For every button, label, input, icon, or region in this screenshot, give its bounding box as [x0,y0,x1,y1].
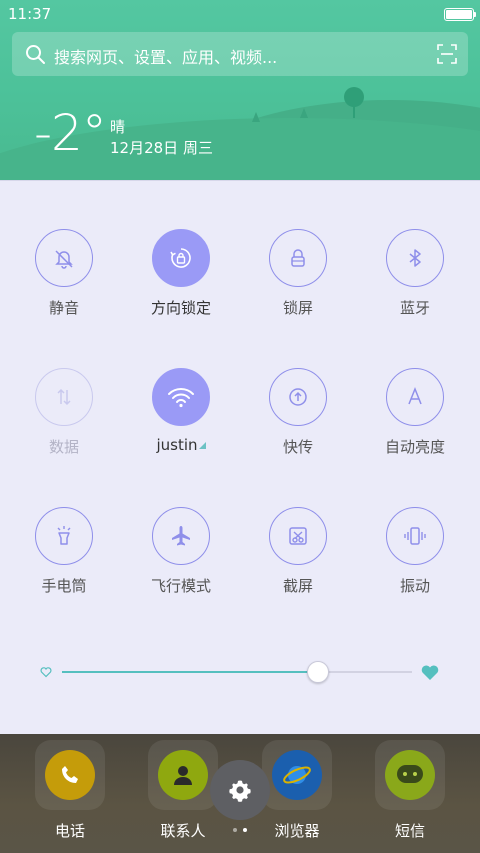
search-bar[interactable]: 搜索网页、设置、应用、视频... [12,32,468,76]
brightness-high-icon [421,665,439,680]
tile-label: 数据 [48,438,79,456]
tile-label: 静音 [48,299,79,317]
weather-header: 11:37 搜索网页、设置、应用、视频... -2° 晴 12月28日 周三 [0,0,480,180]
dock-app-messages[interactable]: 短信 [375,740,445,841]
phone-app-icon-frame [35,740,105,810]
tile-airplane-mode[interactable]: 飞行模式 [131,507,231,596]
tile-quick-transfer[interactable]: 快传 [248,368,348,457]
tile-screenshot[interactable]: 截屏 [248,507,348,596]
gear-icon [229,780,251,802]
brightness-slider[interactable] [40,661,440,683]
dock-label: 电话 [54,822,85,840]
tile-label: 快传 [282,438,313,456]
tile-label: 自动亮度 [384,438,445,456]
rotation-lock-icon [152,229,210,287]
small-tree-decoration [300,108,308,118]
tile-wifi[interactable]: justin [131,368,231,454]
lock-icon [269,229,327,287]
browser-app-icon-frame [262,740,332,810]
dock-app-browser[interactable]: 浏览器 [262,740,332,841]
battery-icon [444,8,474,21]
wifi-expand-indicator [198,442,206,449]
tile-silent[interactable]: 静音 [14,229,114,318]
page-dot [233,828,237,832]
airplane-icon [152,507,210,565]
tile-label: 截屏 [282,577,313,595]
contacts-app-icon-frame [148,740,218,810]
tile-bluetooth[interactable]: 蓝牙 [365,229,465,318]
flashlight-icon [35,507,93,565]
brightness-low-icon [40,667,52,678]
dock-label: 浏览器 [274,822,320,840]
search-icon [26,45,45,64]
date-label: 12月28日 周三 [110,139,213,157]
tile-label: 方向锁定 [150,299,211,317]
browser-icon [272,750,322,800]
brightness-track[interactable] [62,661,412,683]
battery-tip [474,12,476,17]
contacts-icon [158,750,208,800]
page-dot-active [243,828,247,832]
vibrate-icon [386,507,444,565]
home-screen-dock: 电话 联系人 浏览器 短信 [0,734,480,853]
tile-auto-brightness[interactable]: 自动亮度 [365,368,465,457]
temperature: -2° [34,104,107,162]
screenshot-icon [269,507,327,565]
messages-icon [385,750,435,800]
dock-label: 短信 [394,822,425,840]
tile-label: 手电筒 [41,577,87,595]
tile-flashlight[interactable]: 手电筒 [14,507,114,596]
tile-lock-screen[interactable]: 锁屏 [248,229,348,318]
tile-vibrate[interactable]: 振动 [365,507,465,596]
dock-app-phone[interactable]: 电话 [35,740,105,841]
tile-mobile-data[interactable]: 数据 [14,368,114,457]
brightness-thumb[interactable] [306,661,329,683]
quick-settings-panel: 静音 方向锁定 锁屏 蓝牙 数据 justin 快传 自动亮度 手电筒 飞行模式… [0,180,480,734]
tile-label: 锁屏 [282,299,313,317]
wifi-icon [152,368,210,426]
quick-transfer-icon [269,368,327,426]
dock-label: 联系人 [160,822,206,840]
small-tree-decoration [252,112,260,122]
tile-rotation-lock[interactable]: 方向锁定 [131,229,231,318]
bluetooth-icon [386,229,444,287]
scan-icon[interactable] [436,43,458,65]
weather-condition: 晴 [110,118,126,136]
settings-button[interactable] [210,760,270,820]
page-indicator [233,828,247,832]
tree-trunk-decoration [353,104,355,118]
silent-bell-icon [35,229,93,287]
mobile-data-icon [35,368,93,426]
auto-brightness-icon [386,368,444,426]
status-time: 11:37 [8,5,52,23]
tile-label: 飞行模式 [150,577,211,595]
brightness-fill [62,671,318,673]
messages-app-icon-frame [375,740,445,810]
tile-label: 蓝牙 [399,299,430,317]
wifi-network-name: justin [156,436,198,454]
search-input[interactable]: 搜索网页、设置、应用、视频... [54,44,277,68]
tile-label: 振动 [399,577,430,595]
phone-icon [45,750,95,800]
dock-app-contacts[interactable]: 联系人 [148,740,218,841]
tile-label: justin [131,436,231,454]
